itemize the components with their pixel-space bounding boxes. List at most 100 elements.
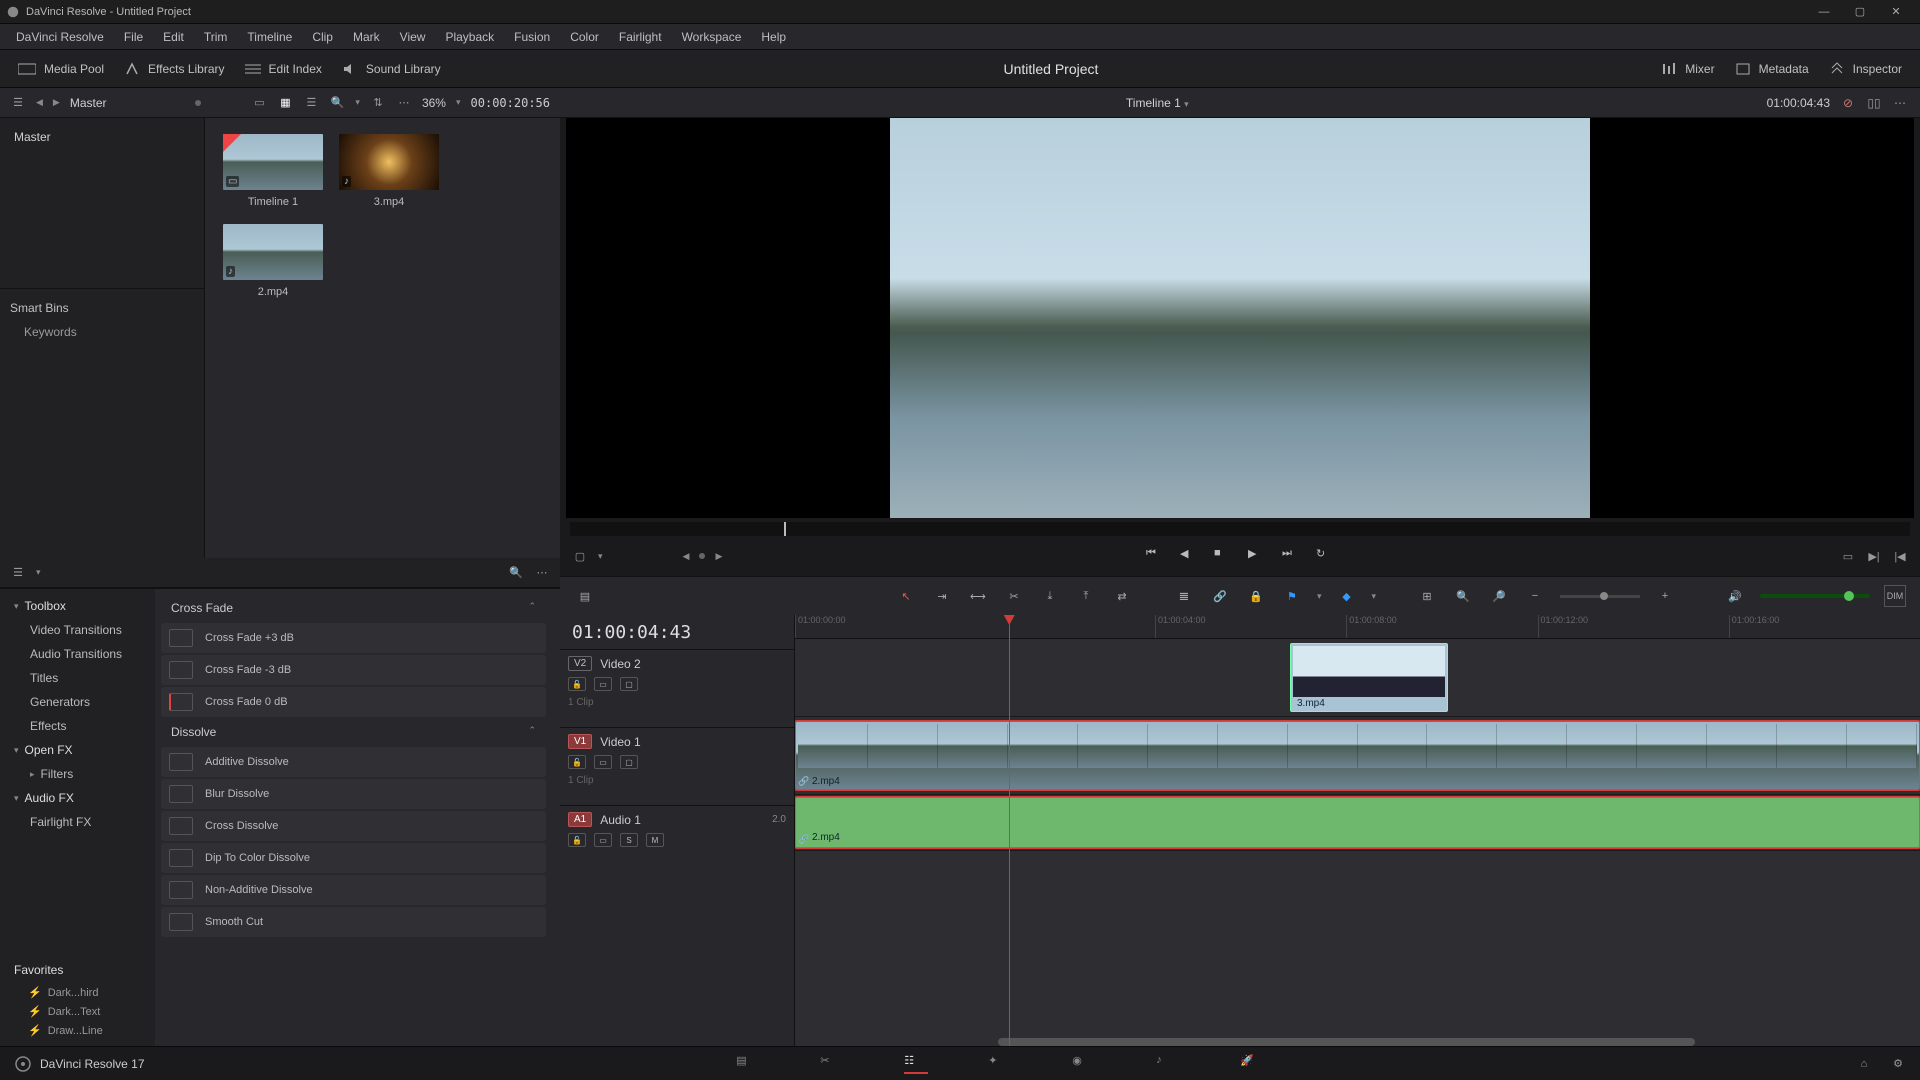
- back-nav[interactable]: ◀: [36, 97, 43, 108]
- effects-library-toggle[interactable]: Effects Library: [118, 57, 230, 81]
- maximize-button[interactable]: ▢: [1842, 2, 1878, 22]
- fx-chevron[interactable]: ▾: [36, 567, 41, 578]
- auto-select-toggle[interactable]: ▭: [594, 677, 612, 691]
- flag-icon[interactable]: ⚑: [1281, 585, 1303, 607]
- stop-icon[interactable]: ■: [1214, 547, 1232, 565]
- fx-smooth-cut[interactable]: Smooth Cut: [161, 907, 546, 937]
- track-tag-a1[interactable]: A1: [568, 812, 592, 827]
- link-icon[interactable]: 🔗: [1209, 585, 1231, 607]
- blade-tool-icon[interactable]: ✂: [1003, 585, 1025, 607]
- edit-page-icon[interactable]: ☷: [904, 1054, 928, 1074]
- enable-toggle[interactable]: ▢: [620, 677, 638, 691]
- more-icon[interactable]: ⋯: [396, 95, 412, 111]
- favorite-item[interactable]: ⚡Dark...hird: [20, 983, 155, 1002]
- dim-button[interactable]: DIM: [1884, 585, 1906, 607]
- menu-mark[interactable]: Mark: [343, 30, 390, 44]
- enable-toggle[interactable]: ▢: [620, 755, 638, 769]
- viewer-scrubber[interactable]: [570, 522, 1910, 536]
- view-grid-icon[interactable]: ▦: [277, 95, 293, 111]
- menu-trim[interactable]: Trim: [194, 30, 238, 44]
- view-list-icon[interactable]: ☰: [303, 95, 319, 111]
- menu-edit[interactable]: Edit: [153, 30, 194, 44]
- filters-node[interactable]: ▸Filters: [0, 763, 155, 785]
- volume-slider[interactable]: [1760, 594, 1870, 598]
- menu-fusion[interactable]: Fusion: [504, 30, 560, 44]
- timeline-ruler[interactable]: 01:00:00:00 01:00:04:00 01:00:08:00 01:0…: [795, 615, 1920, 639]
- view-strip-icon[interactable]: ▭: [251, 95, 267, 111]
- fx-crossfade-minus3[interactable]: Cross Fade -3 dB: [161, 655, 546, 685]
- zoom-chevron[interactable]: ▾: [456, 97, 461, 108]
- playhead[interactable]: [1009, 615, 1010, 1046]
- audiofx-node[interactable]: ▾Audio FX: [0, 787, 155, 809]
- prev-clip-icon[interactable]: |◀: [1892, 548, 1908, 564]
- go-start-icon[interactable]: ⏮: [1146, 547, 1164, 565]
- fx-non-additive[interactable]: Non-Additive Dissolve: [161, 875, 546, 905]
- fairlightfx-node[interactable]: Fairlight FX: [0, 811, 155, 833]
- clip-v1-2mp4[interactable]: 🔗 2.mp4: [795, 721, 1920, 790]
- go-end-icon[interactable]: ⏭: [1282, 547, 1300, 565]
- marker-icon[interactable]: ◆: [1335, 585, 1357, 607]
- fusion-page-icon[interactable]: ✦: [988, 1054, 1012, 1074]
- metadata-toggle[interactable]: Metadata: [1729, 58, 1815, 80]
- minimize-button[interactable]: —: [1806, 2, 1842, 22]
- audio-transitions-node[interactable]: Audio Transitions: [0, 643, 155, 665]
- sort-icon[interactable]: ⇅: [370, 95, 386, 111]
- auto-select-toggle[interactable]: ▭: [594, 755, 612, 769]
- menu-workspace[interactable]: Workspace: [672, 30, 752, 44]
- deliver-page-icon[interactable]: 🚀: [1240, 1054, 1264, 1074]
- play-icon[interactable]: ▶: [1248, 547, 1266, 565]
- zoom-full-icon[interactable]: ⊞: [1416, 585, 1438, 607]
- cut-page-icon[interactable]: ✂: [820, 1054, 844, 1074]
- media-page-icon[interactable]: ▤: [736, 1054, 760, 1074]
- zoom-custom-icon[interactable]: 🔎: [1488, 585, 1510, 607]
- replace-icon[interactable]: ⇄: [1111, 585, 1133, 607]
- smart-bins-header[interactable]: Smart Bins: [0, 297, 204, 319]
- lock-toggle[interactable]: 🔓: [568, 833, 586, 847]
- menu-color[interactable]: Color: [560, 30, 609, 44]
- next-clip-icon[interactable]: ▶|: [1866, 548, 1882, 564]
- timeline-selector[interactable]: Timeline 1 ▾: [1126, 96, 1189, 110]
- menu-clip[interactable]: Clip: [302, 30, 343, 44]
- menu-playback[interactable]: Playback: [435, 30, 504, 44]
- favorite-item[interactable]: ⚡Draw...Line: [20, 1021, 155, 1040]
- search-chevron[interactable]: ▾: [355, 97, 360, 108]
- zoom-out-icon[interactable]: −: [1524, 585, 1546, 607]
- menu-fairlight[interactable]: Fairlight: [609, 30, 672, 44]
- bin-master[interactable]: Master: [0, 126, 204, 148]
- menu-file[interactable]: File: [114, 30, 153, 44]
- favorites-header[interactable]: Favorites: [0, 959, 155, 981]
- fx-crossfade-0[interactable]: Cross Fade 0 dB: [161, 687, 546, 717]
- prev-edit-icon[interactable]: ◀: [683, 551, 690, 562]
- select-tool-icon[interactable]: ↖: [895, 585, 917, 607]
- fwd-nav[interactable]: ▶: [53, 97, 60, 108]
- generators-node[interactable]: Generators: [0, 691, 155, 713]
- next-edit-icon[interactable]: ▶: [715, 551, 722, 562]
- zoom-detail-icon[interactable]: 🔍: [1452, 585, 1474, 607]
- search-icon[interactable]: 🔍: [329, 95, 345, 111]
- loop-icon[interactable]: ↻: [1316, 547, 1334, 565]
- zoom-in-icon[interactable]: +: [1654, 585, 1676, 607]
- dynamic-trim-icon[interactable]: ⟷: [967, 585, 989, 607]
- fx-group-dissolve[interactable]: Dissolve⌃: [161, 719, 546, 745]
- fx-cross-dissolve[interactable]: Cross Dissolve: [161, 811, 546, 841]
- timeline-scrollbar[interactable]: [998, 1038, 1696, 1046]
- timeline-view-icon[interactable]: ▤: [574, 585, 596, 607]
- mute-toggle[interactable]: M: [646, 833, 664, 847]
- lock-icon[interactable]: 🔒: [1245, 585, 1267, 607]
- video-transitions-node[interactable]: Video Transitions: [0, 619, 155, 641]
- smart-bin-keywords[interactable]: Keywords: [0, 319, 204, 345]
- fx-additive-dissolve[interactable]: Additive Dissolve: [161, 747, 546, 777]
- menu-timeline[interactable]: Timeline: [237, 30, 302, 44]
- viewer-zoom[interactable]: 36%: [422, 96, 446, 110]
- inspector-toggle[interactable]: Inspector: [1823, 58, 1908, 80]
- clip-a1-2mp4[interactable]: 🔗 2.mp4: [795, 797, 1920, 848]
- clip-2mp4[interactable]: ♪ 2.mp4: [223, 224, 323, 298]
- auto-select-toggle[interactable]: ▭: [594, 833, 612, 847]
- fx-blur-dissolve[interactable]: Blur Dissolve: [161, 779, 546, 809]
- settings-icon[interactable]: ⚙: [1890, 1056, 1906, 1072]
- close-button[interactable]: ✕: [1878, 2, 1914, 22]
- lock-toggle[interactable]: 🔓: [568, 755, 586, 769]
- track-tag-v1[interactable]: V1: [568, 734, 592, 749]
- match-frame-icon[interactable]: ▭: [1840, 548, 1856, 564]
- fx-panel-icon[interactable]: ☰: [10, 565, 26, 581]
